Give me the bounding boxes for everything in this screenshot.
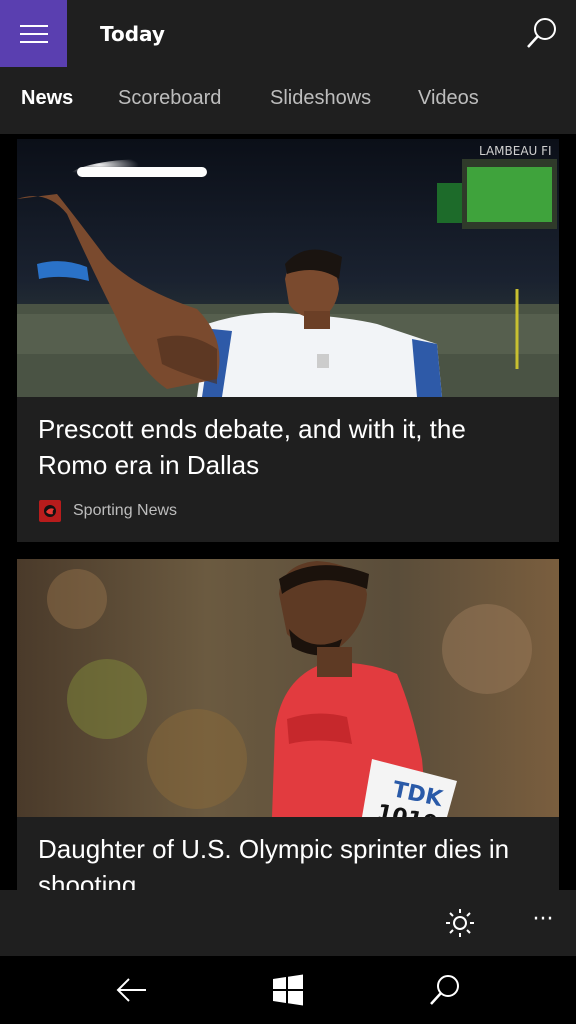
more-options-icon[interactable]: ··· [528,900,558,940]
brightness-icon[interactable] [445,908,475,938]
article-title[interactable]: Prescott ends debate, and with it, the R… [38,411,538,483]
top-bar: Today [0,0,576,67]
system-navigation-bar [0,956,576,1024]
news-feed[interactable]: LAMBEAU FI Prescott ends debate, and wit… [0,134,576,890]
article-image: TDK 1010 [17,559,559,817]
tab-slideshows[interactable]: Slideshows [270,84,371,112]
article-card[interactable]: LAMBEAU FI Prescott ends debate, and wit… [17,139,559,542]
page-title: Today [100,22,165,46]
hamburger-menu-button[interactable] [0,0,67,67]
windows-start-icon[interactable] [270,972,306,1008]
source-name: Sporting News [73,502,178,519]
tab-videos[interactable]: Videos [418,84,479,112]
article-source: Sporting News [39,499,177,523]
hamburger-icon [19,24,48,43]
article-title[interactable]: Daughter of U.S. Olympic sprinter dies i… [38,831,538,890]
app-bar: ··· [0,890,576,956]
tab-bar: News Scoreboard Slideshows Videos [0,67,576,134]
search-icon[interactable] [525,16,559,50]
sporting-news-logo-icon [39,500,61,522]
tab-scoreboard[interactable]: Scoreboard [118,84,221,112]
stadium-sign-text: LAMBEAU FI [479,144,552,158]
tab-news[interactable]: News [21,84,73,112]
article-image: LAMBEAU FI [17,139,559,397]
search-icon[interactable] [427,972,463,1008]
article-card[interactable]: TDK 1010 Daughter of U.S. Olympic sprint… [17,559,559,890]
back-arrow-icon[interactable] [114,972,150,1008]
